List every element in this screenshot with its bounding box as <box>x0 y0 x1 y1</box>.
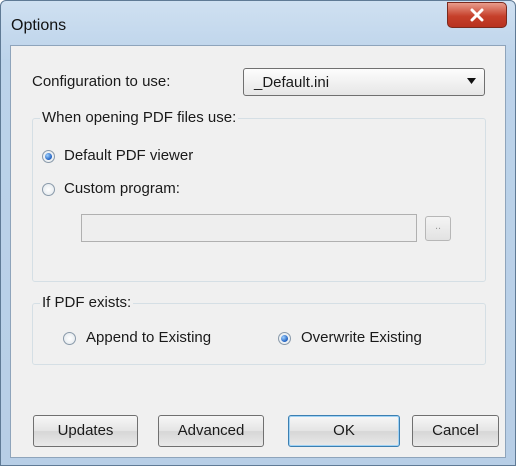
updates-button[interactable]: Updates <box>33 415 138 447</box>
pdf-open-group <box>32 118 486 282</box>
config-value: _Default.ini <box>254 74 330 91</box>
pdf-exists-group-title: If PDF exists: <box>40 294 134 311</box>
append-label[interactable]: Append to Existing <box>86 329 211 346</box>
window-title: Options <box>11 17 67 34</box>
advanced-button[interactable]: Advanced <box>158 415 264 447</box>
ok-button[interactable]: OK <box>288 415 400 447</box>
custom-program-path-input[interactable] <box>81 214 417 242</box>
overwrite-radio[interactable] <box>278 332 291 345</box>
dialog-body: Configuration to use: _Default.ini When … <box>10 45 506 458</box>
append-radio[interactable] <box>63 332 76 345</box>
close-button[interactable] <box>447 2 507 28</box>
overwrite-label[interactable]: Overwrite Existing <box>301 329 422 346</box>
default-viewer-label[interactable]: Default PDF viewer <box>64 147 193 164</box>
pdf-open-group-title: When opening PDF files use: <box>40 109 239 126</box>
close-x-icon <box>470 8 484 22</box>
options-dialog: Options Configuration to use: _Default.i… <box>0 0 516 466</box>
config-dropdown[interactable]: _Default.ini <box>243 68 485 96</box>
custom-program-label[interactable]: Custom program: <box>64 180 180 197</box>
default-viewer-radio[interactable] <box>42 150 55 163</box>
browse-button[interactable]: .. <box>425 216 451 241</box>
custom-program-radio[interactable] <box>42 183 55 196</box>
cancel-button[interactable]: Cancel <box>412 415 499 447</box>
title-bar[interactable]: Options <box>1 1 515 45</box>
config-label: Configuration to use: <box>32 73 171 90</box>
chevron-down-icon <box>467 78 476 84</box>
